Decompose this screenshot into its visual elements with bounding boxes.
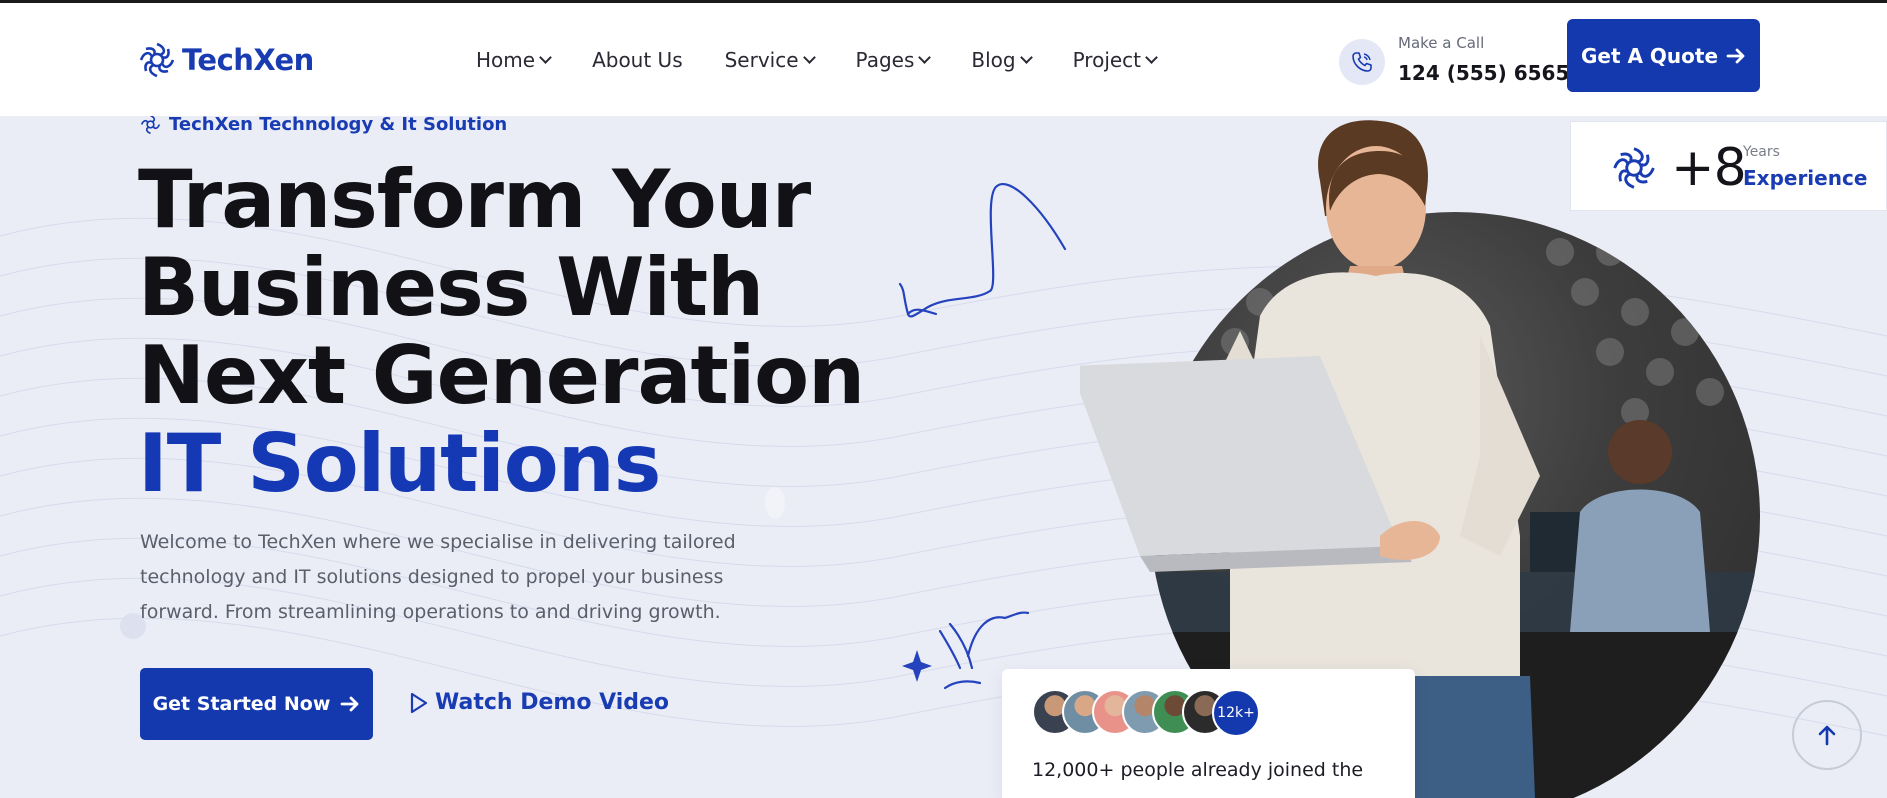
scroll-to-top-button[interactable] — [1792, 700, 1862, 770]
member-count-badge: 12k+ — [1212, 689, 1260, 737]
logo-icon — [1613, 147, 1655, 189]
tagline-text: TechXen Technology & It Solution — [169, 114, 508, 135]
chevron-down-icon — [918, 50, 932, 64]
nav-label: Pages — [855, 48, 915, 72]
watch-demo-button[interactable]: Watch Demo Video — [409, 690, 669, 715]
hero-description: Welcome to TechXen where we specialise i… — [140, 531, 736, 623]
get-started-button[interactable]: Get Started Now — [140, 668, 373, 740]
phone-icon[interactable] — [1339, 39, 1385, 85]
nav-label: Service — [724, 48, 799, 72]
experience-value: +8 — [1671, 138, 1747, 198]
chevron-down-icon — [1019, 50, 1033, 64]
headline-highlight: IT Solutions — [138, 417, 661, 510]
arrow-right-icon — [1726, 48, 1745, 63]
logo-icon — [140, 114, 161, 135]
headline-line: Transform Your — [138, 153, 811, 246]
headline-line: Next Generation — [138, 329, 865, 422]
logo-icon — [139, 42, 175, 78]
site-header: TechXen Home About Us Service Pages Blog… — [0, 3, 1887, 116]
avatar-group: 12k+ — [1032, 689, 1260, 737]
nav-item-service[interactable]: Service — [724, 48, 816, 72]
experience-caption: Years — [1743, 144, 1780, 160]
community-card: 12k+ 12,000+ people already joined the — [1002, 669, 1415, 798]
chevron-down-icon — [802, 50, 816, 64]
play-icon — [410, 692, 428, 713]
phone-number[interactable]: 124 (555) 6565 — [1398, 61, 1569, 85]
nav-item-pages[interactable]: Pages — [855, 48, 932, 72]
nav-item-about[interactable]: About Us — [592, 48, 683, 72]
nav-label: Home — [476, 48, 536, 72]
headline-line: Business With — [138, 241, 764, 334]
arrow-up-icon — [1818, 725, 1836, 746]
nav-item-home[interactable]: Home — [476, 48, 552, 72]
hero-headline: Transform Your Business With Next Genera… — [138, 153, 865, 510]
community-text: 12,000+ people already joined the — [1032, 759, 1364, 781]
nav-item-blog[interactable]: Blog — [971, 48, 1033, 72]
nav-label: Project — [1072, 48, 1142, 72]
main-nav: Home About Us Service Pages Blog Project — [476, 48, 1198, 72]
chevron-down-icon — [1145, 50, 1158, 64]
logo[interactable]: TechXen — [138, 41, 314, 79]
nav-label: About Us — [592, 48, 683, 72]
hero-tagline: TechXen Technology & It Solution — [140, 114, 507, 135]
nav-label: Blog — [971, 48, 1016, 72]
get-quote-label: Get A Quote — [1580, 43, 1719, 68]
get-started-label: Get Started Now — [152, 693, 331, 715]
arrow-right-icon — [341, 696, 359, 712]
experience-label: Experience — [1743, 166, 1868, 190]
nav-item-project[interactable]: Project — [1072, 48, 1158, 72]
call-caption: Make a Call — [1398, 34, 1485, 52]
experience-card: +8 Years Experience — [1570, 121, 1887, 211]
logo-text: TechXen — [182, 43, 314, 77]
chevron-down-icon — [539, 50, 552, 64]
get-quote-button[interactable]: Get A Quote — [1567, 19, 1760, 92]
watch-demo-label: Watch Demo Video — [435, 690, 670, 715]
